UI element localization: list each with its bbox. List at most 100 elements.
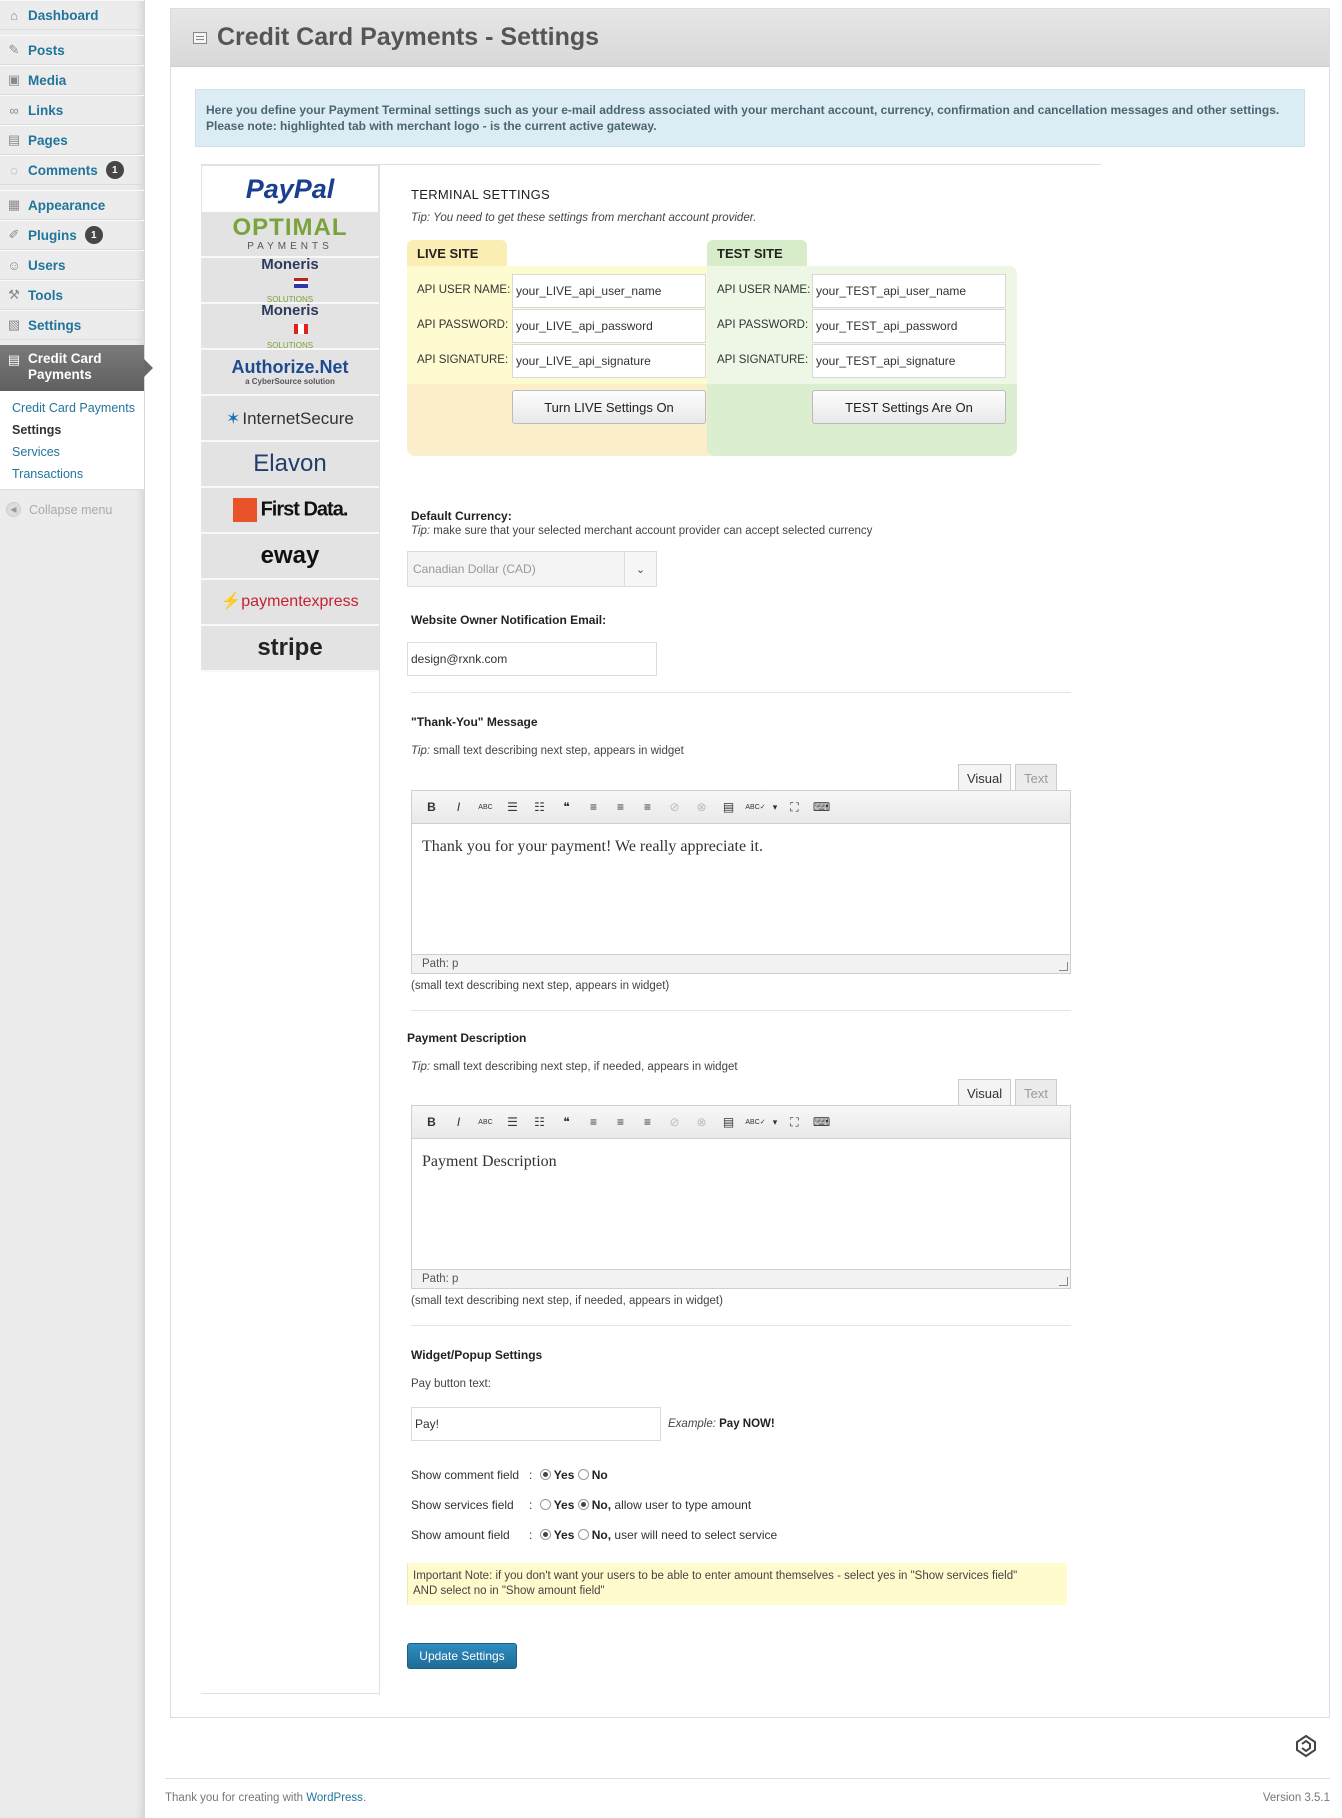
gateway-settings: TERMINAL SETTINGS Tip: You need to get t… bbox=[379, 165, 1101, 1695]
align-right-icon[interactable]: ≡ bbox=[634, 1115, 661, 1129]
bullet-list-icon[interactable]: ☰ bbox=[499, 800, 526, 814]
gateway-tab-optimal[interactable]: OPTIMAL PAYMENTS bbox=[201, 212, 379, 258]
sidebar-item-credit-card-payments[interactable]: ▤ Credit Card Payments bbox=[0, 345, 153, 391]
tab-visual[interactable]: Visual bbox=[957, 1079, 1012, 1105]
amount-field-row: Show amount field : Yes No, user will ne… bbox=[411, 1528, 778, 1542]
bold-icon[interactable]: B bbox=[418, 1115, 445, 1129]
gateway-tab-authorize-net[interactable]: Authorize.Net a CyberSource solution bbox=[201, 350, 379, 396]
italic-icon[interactable]: I bbox=[445, 800, 472, 814]
gateway-tab-moneris[interactable]: Moneris SOLUTIONS bbox=[201, 258, 379, 304]
blockquote-icon[interactable]: ❝ bbox=[553, 1115, 580, 1129]
align-left-icon[interactable]: ≡ bbox=[580, 800, 607, 814]
numbered-list-icon[interactable]: ☷ bbox=[526, 1115, 553, 1129]
gateway-tab-stripe[interactable]: stripe bbox=[201, 626, 379, 672]
gateway-tab-eway[interactable]: eway bbox=[201, 534, 379, 580]
align-left-icon[interactable]: ≡ bbox=[580, 1115, 607, 1129]
sidebar-item-dashboard[interactable]: ⌂ Dashboard bbox=[0, 0, 144, 30]
services-yes-radio[interactable] bbox=[539, 1499, 551, 1510]
sidebar-item-pages[interactable]: ▤ Pages bbox=[0, 125, 144, 155]
sidebar-item-appearance[interactable]: ▦ Appearance bbox=[0, 190, 144, 220]
footer: Thank you for creating with WordPress. V… bbox=[165, 1778, 1330, 1818]
kitchen-sink-icon[interactable]: ⌨ bbox=[808, 1115, 835, 1129]
email-field[interactable] bbox=[407, 642, 657, 676]
link-icon[interactable]: ⊘ bbox=[661, 800, 688, 814]
test-user-input[interactable] bbox=[812, 274, 1006, 308]
gateway-tab-paymentexpress[interactable]: ⚡paymentexpress bbox=[201, 580, 379, 626]
link-icon[interactable]: ⊘ bbox=[661, 1115, 688, 1129]
credit-card-icon: ▤ bbox=[7, 352, 21, 367]
thankyou-editor-area[interactable]: Thank you for your payment! We really ap… bbox=[411, 824, 1071, 954]
submenu-item-settings[interactable]: Settings bbox=[0, 419, 144, 441]
pay-button-text-input[interactable] bbox=[411, 1407, 661, 1441]
gateway-tab-paypal[interactable]: PayPal bbox=[201, 165, 379, 212]
sidebar-item-settings[interactable]: ▧ Settings bbox=[0, 310, 144, 340]
fullscreen-icon[interactable]: ⛶ bbox=[781, 800, 808, 815]
wordpress-link[interactable]: WordPress bbox=[306, 1792, 363, 1804]
page-icon bbox=[193, 31, 207, 44]
strikethrough-icon[interactable]: ABC bbox=[472, 1119, 499, 1126]
strikethrough-icon[interactable]: ABC bbox=[472, 804, 499, 811]
gateway-tab-first-data[interactable]: First Data. bbox=[201, 488, 379, 534]
sidebar-item-plugins[interactable]: ✐ Plugins 1 bbox=[0, 220, 144, 250]
sidebar-item-posts[interactable]: ✎ Posts bbox=[0, 35, 144, 65]
numbered-list-icon[interactable]: ☷ bbox=[526, 800, 553, 814]
submenu-item-credit-card-payments[interactable]: Credit Card Payments bbox=[0, 397, 144, 419]
collapse-menu[interactable]: ◀ Collapse menu bbox=[0, 502, 144, 517]
tab-text[interactable]: Text bbox=[1015, 764, 1057, 790]
gateway-tab-moneris[interactable]: Moneris SOLUTIONS bbox=[201, 304, 379, 350]
unlink-icon[interactable]: ⊗ bbox=[688, 1115, 715, 1129]
gateway-subtitle: SOLUTIONS bbox=[266, 294, 314, 304]
dropdown-icon[interactable]: ▾ bbox=[769, 1117, 781, 1128]
amount-yes-radio[interactable] bbox=[539, 1529, 551, 1540]
currency-select[interactable]: Canadian Dollar (CAD) ⌄ bbox=[407, 551, 657, 587]
gateway-tab-internetsecure[interactable]: ✶ InternetSecure bbox=[201, 396, 379, 442]
submenu-item-services[interactable]: Services bbox=[0, 441, 144, 463]
spellcheck-icon[interactable]: ABC✓ bbox=[742, 1118, 769, 1126]
sidebar-item-label: Comments bbox=[28, 162, 98, 178]
currency-tip: Tip: make sure that your selected mercha… bbox=[411, 525, 873, 537]
italic-icon[interactable]: I bbox=[445, 1115, 472, 1129]
settings-icon: ▧ bbox=[7, 317, 21, 332]
amount-no-radio[interactable] bbox=[577, 1529, 589, 1540]
sidebar-item-links[interactable]: ∞ Links bbox=[0, 95, 144, 125]
count-badge: 1 bbox=[105, 161, 124, 179]
more-icon[interactable]: ▤ bbox=[715, 1115, 742, 1129]
blockquote-icon[interactable]: ❝ bbox=[553, 800, 580, 814]
comment-yes-radio[interactable] bbox=[539, 1469, 551, 1480]
comment-no-radio[interactable] bbox=[577, 1469, 589, 1480]
unlink-icon[interactable]: ⊗ bbox=[688, 800, 715, 814]
live-sig-input[interactable] bbox=[512, 344, 706, 378]
update-settings-button[interactable]: Update Settings bbox=[407, 1643, 517, 1669]
kitchen-sink-icon[interactable]: ⌨ bbox=[808, 800, 835, 814]
bullet-list-icon[interactable]: ☰ bbox=[499, 1115, 526, 1129]
sidebar-item-users[interactable]: ☺ Users bbox=[0, 250, 144, 280]
dropdown-icon[interactable]: ▾ bbox=[769, 802, 781, 813]
sidebar-item-comments[interactable]: ◌ Comments 1 bbox=[0, 155, 144, 185]
widget-label: Widget/Popup Settings bbox=[411, 1348, 543, 1362]
tab-visual[interactable]: Visual bbox=[957, 764, 1012, 790]
description-editor-area[interactable]: Payment Description bbox=[411, 1139, 1071, 1269]
tab-text[interactable]: Text bbox=[1015, 1079, 1057, 1105]
chevron-down-icon[interactable]: ⌄ bbox=[624, 552, 656, 586]
spellcheck-icon[interactable]: ABC✓ bbox=[742, 803, 769, 811]
submenu-item-transactions[interactable]: Transactions bbox=[0, 463, 144, 485]
test-pass-input[interactable] bbox=[812, 309, 1006, 343]
services-no-radio[interactable] bbox=[577, 1499, 589, 1510]
bold-icon[interactable]: B bbox=[418, 800, 445, 814]
sidebar-item-media[interactable]: ▣ Media bbox=[0, 65, 144, 95]
comment-field-label: Show comment field bbox=[411, 1468, 520, 1482]
align-center-icon[interactable]: ≡ bbox=[607, 800, 634, 814]
align-center-icon[interactable]: ≡ bbox=[607, 1115, 634, 1129]
more-icon[interactable]: ▤ bbox=[715, 800, 742, 814]
thankyou-editor: Visual Text B I ABC ☰ ☷ ❝ ≡ ≡ ≡ ⊘ ⊗ ▤ ABC✓ ▾ ⛶ ⌨ Thank … bbox=[411, 764, 1071, 974]
description-label: Payment Description bbox=[407, 1031, 527, 1045]
gateway-tab-elavon[interactable]: Elavon bbox=[201, 442, 379, 488]
test-settings-on-button[interactable]: TEST Settings Are On bbox=[812, 390, 1006, 424]
turn-live-on-button[interactable]: Turn LIVE Settings On bbox=[512, 390, 706, 424]
live-pass-input[interactable] bbox=[512, 309, 706, 343]
fullscreen-icon[interactable]: ⛶ bbox=[781, 1115, 808, 1130]
align-right-icon[interactable]: ≡ bbox=[634, 800, 661, 814]
sidebar-item-tools[interactable]: ⚒ Tools bbox=[0, 280, 144, 310]
test-sig-input[interactable] bbox=[812, 344, 1006, 378]
live-user-input[interactable] bbox=[512, 274, 706, 308]
